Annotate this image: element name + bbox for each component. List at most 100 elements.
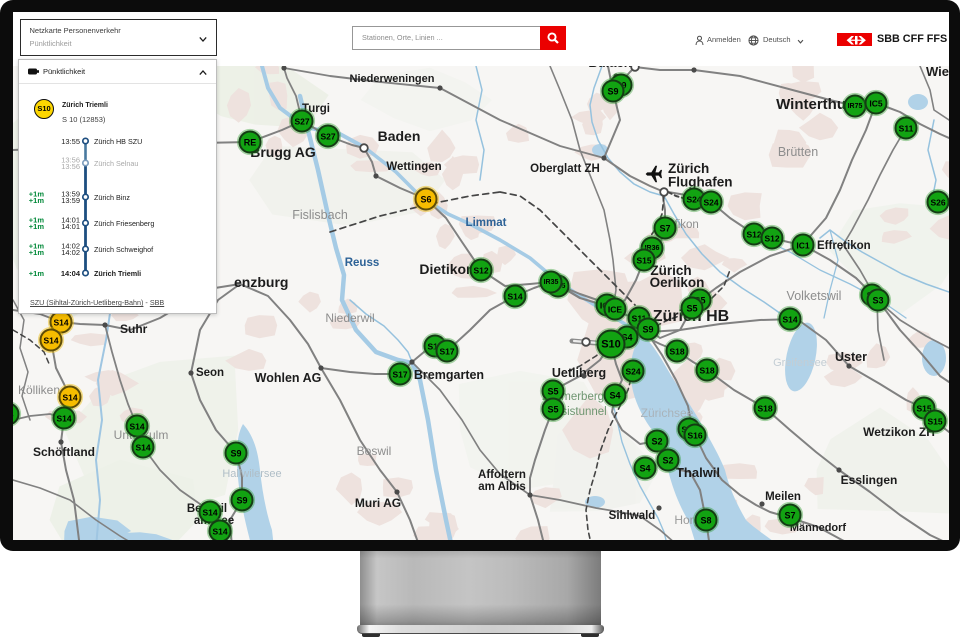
svg-text:S9: S9 xyxy=(236,496,247,506)
svg-text:Brütten: Brütten xyxy=(778,145,818,159)
svg-text:S14: S14 xyxy=(202,508,217,518)
svg-text:S3: S3 xyxy=(872,296,883,306)
svg-text:S12: S12 xyxy=(473,266,488,276)
svg-text:S9: S9 xyxy=(607,87,618,97)
svg-text:Wiese: Wiese xyxy=(926,66,949,79)
svg-text:+1m: +1m xyxy=(29,196,45,205)
svg-text:S14: S14 xyxy=(43,336,58,346)
svg-text:S7: S7 xyxy=(659,224,670,234)
svg-text:14:02: 14:02 xyxy=(61,248,80,257)
svg-text:S27: S27 xyxy=(294,117,309,127)
svg-text:Meilen: Meilen xyxy=(765,491,801,503)
svg-text:14:04: 14:04 xyxy=(61,269,81,278)
svg-text:Zürich Friesenberg: Zürich Friesenberg xyxy=(94,219,154,228)
svg-text:RE: RE xyxy=(244,138,257,148)
svg-text:S10: S10 xyxy=(601,339,621,351)
svg-text:Zürich Schweighof: Zürich Schweighof xyxy=(94,245,153,254)
svg-text:Bülach: Bülach xyxy=(588,66,631,70)
svg-text:S18: S18 xyxy=(699,366,714,376)
svg-text:S18: S18 xyxy=(669,347,684,357)
svg-text:Bremgarten: Bremgarten xyxy=(414,368,484,382)
svg-text:S2: S2 xyxy=(662,456,673,466)
svg-text:Greifensee: Greifensee xyxy=(773,357,827,369)
svg-text:S15: S15 xyxy=(636,256,651,266)
svg-text:Wohlen AG: Wohlen AG xyxy=(255,371,322,385)
svg-text:Wettingen: Wettingen xyxy=(386,161,441,173)
svg-text:S16: S16 xyxy=(687,431,702,441)
svg-text:Uster: Uster xyxy=(835,350,867,364)
svg-text:am Albis: am Albis xyxy=(478,481,526,493)
svg-text:13:56: 13:56 xyxy=(61,162,80,171)
svg-text:S14: S14 xyxy=(507,292,522,302)
svg-text:S17: S17 xyxy=(392,370,407,380)
svg-text:IC5: IC5 xyxy=(869,99,883,109)
svg-text:Sihlwald: Sihlwald xyxy=(609,510,656,522)
svg-text:Zürich Binz: Zürich Binz xyxy=(94,193,130,202)
svg-text:Reuss: Reuss xyxy=(345,257,380,269)
svg-text:S27: S27 xyxy=(320,132,335,142)
svg-text:S14: S14 xyxy=(129,422,144,432)
svg-text:S24: S24 xyxy=(703,198,718,208)
svg-text:S24: S24 xyxy=(625,367,640,377)
svg-text:Seon: Seon xyxy=(196,367,224,379)
svg-text:ICE: ICE xyxy=(608,305,623,315)
svg-text:S18: S18 xyxy=(757,404,772,414)
svg-text:Boswil: Boswil xyxy=(357,444,392,458)
svg-text:S14: S14 xyxy=(782,315,797,325)
svg-text:IR75: IR75 xyxy=(848,103,863,110)
svg-text:Muri AG: Muri AG xyxy=(355,496,401,510)
svg-text:S5: S5 xyxy=(547,387,558,397)
svg-text:14:01: 14:01 xyxy=(61,222,80,231)
svg-text:Limmat: Limmat xyxy=(466,217,507,229)
svg-text:IC1: IC1 xyxy=(796,241,810,251)
svg-text:S14: S14 xyxy=(135,443,150,453)
svg-text:S14: S14 xyxy=(56,414,71,424)
svg-text:Zürich Selnau: Zürich Selnau xyxy=(94,159,138,168)
svg-text:Schöftland: Schöftland xyxy=(33,445,95,459)
svg-text:Uetliberg: Uetliberg xyxy=(552,366,606,380)
svg-text:13:55: 13:55 xyxy=(61,137,80,146)
svg-text:Flughafen: Flughafen xyxy=(668,175,733,190)
svg-text:Fislisbach: Fislisbach xyxy=(292,208,348,222)
svg-text:S14: S14 xyxy=(62,393,77,403)
svg-text:S5: S5 xyxy=(686,304,697,314)
svg-text:Kölliken: Kölliken xyxy=(18,383,60,397)
svg-text:Zürich HB SZU: Zürich HB SZU xyxy=(94,137,142,146)
svg-text:13:59: 13:59 xyxy=(61,196,80,205)
svg-text:Winterthur: Winterthur xyxy=(776,96,852,113)
svg-text:Niederwil: Niederwil xyxy=(325,311,374,325)
svg-text:Effretikon: Effretikon xyxy=(817,240,871,252)
svg-text:enzburg: enzburg xyxy=(234,274,288,290)
svg-text:Suhr: Suhr xyxy=(120,322,148,336)
svg-text:Thalwil: Thalwil xyxy=(676,465,720,480)
svg-text:S14: S14 xyxy=(53,318,68,328)
svg-text:Zürich Triemli: Zürich Triemli xyxy=(94,269,141,278)
svg-text:Niederweningen: Niederweningen xyxy=(350,73,435,85)
svg-text:S9: S9 xyxy=(642,325,653,335)
svg-text:S15: S15 xyxy=(927,417,942,427)
svg-text:S5: S5 xyxy=(547,405,558,415)
svg-text:S12: S12 xyxy=(764,234,779,244)
svg-text:Baden: Baden xyxy=(378,128,421,144)
svg-text:S11: S11 xyxy=(899,124,914,134)
svg-text:Dietikon: Dietikon xyxy=(419,261,474,277)
svg-text:S7: S7 xyxy=(784,511,795,521)
svg-text:S8: S8 xyxy=(700,516,711,526)
svg-text:S6: S6 xyxy=(420,195,431,205)
svg-text:S14: S14 xyxy=(212,527,227,537)
svg-text:S26: S26 xyxy=(930,198,945,208)
svg-text:+1m: +1m xyxy=(29,269,45,278)
svg-text:Esslingen: Esslingen xyxy=(841,473,898,487)
svg-text:IR35: IR35 xyxy=(544,279,559,286)
svg-text:Hallwilersee: Hallwilersee xyxy=(222,468,281,480)
svg-text:+1m: +1m xyxy=(29,222,45,231)
svg-text:S8: S8 xyxy=(13,410,14,420)
svg-text:Oberglatt ZH: Oberglatt ZH xyxy=(530,163,600,175)
svg-text:S17: S17 xyxy=(439,347,454,357)
svg-text:S4: S4 xyxy=(639,464,650,474)
svg-text:Volketswil: Volketswil xyxy=(787,289,842,303)
svg-text:S9: S9 xyxy=(230,449,241,459)
svg-text:+1m: +1m xyxy=(29,248,45,257)
svg-text:Affoltern: Affoltern xyxy=(478,469,526,481)
svg-text:S4: S4 xyxy=(609,391,620,401)
